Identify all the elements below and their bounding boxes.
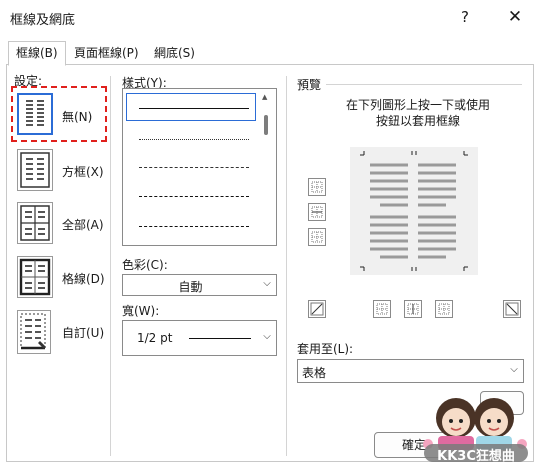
diagonal-up-icon (310, 302, 324, 316)
setting-grid-option[interactable] (17, 256, 53, 298)
tab-page-border[interactable]: 頁面框線(P) (66, 41, 147, 65)
diagonal-down-icon (505, 302, 519, 316)
watermark-text: KK3C狂想曲 (437, 449, 515, 464)
border-left-button[interactable] (373, 300, 391, 318)
color-select[interactable]: 自動 ⌵ (122, 274, 277, 296)
tab-shading[interactable]: 網底(S) (146, 41, 203, 65)
setting-grid-label: 格線(D) (62, 272, 105, 286)
width-value: 1/2 pt (137, 331, 173, 345)
setting-box-option[interactable] (17, 149, 53, 191)
help-button[interactable]: ? (450, 5, 480, 29)
tab-borders[interactable]: 框線(B) (8, 41, 66, 66)
setting-box-label: 方框(X) (62, 165, 104, 179)
preview-diagram (360, 151, 468, 271)
border-top-button[interactable] (308, 178, 326, 196)
watermark-logo: KK3C狂想曲 (416, 384, 534, 464)
border-inside-horizontal-button[interactable] (308, 203, 326, 221)
scroll-up-icon[interactable]: ▲ (262, 93, 267, 101)
separator-left (110, 76, 111, 456)
color-value: 自動 (178, 280, 203, 294)
scrollbar-thumb[interactable] (264, 115, 268, 135)
border-right-icon (438, 303, 450, 315)
apply-to-select[interactable]: 表格 ⌵ (297, 359, 524, 383)
preview-divider (326, 84, 522, 85)
style-dash-dot-line[interactable] (139, 226, 249, 227)
border-left-icon (376, 303, 388, 315)
preview-hint-1: 在下列圖形上按一下或使用 (345, 98, 490, 112)
separator-right (286, 76, 287, 456)
style-solid-line[interactable] (139, 108, 249, 109)
setting-grid-icon (19, 258, 51, 296)
setting-none-option[interactable] (17, 93, 53, 135)
style-selected-item[interactable] (126, 93, 256, 121)
border-inside-vertical-button[interactable] (404, 300, 422, 318)
border-diagonal-down-button[interactable] (308, 300, 326, 318)
setting-custom-label: 自訂(U) (62, 326, 105, 340)
chevron-down-icon: ⌵ (263, 331, 271, 342)
border-diagonal-up-button[interactable] (503, 300, 521, 318)
preview-area[interactable] (350, 147, 478, 275)
style-short-dash-line[interactable] (139, 167, 249, 168)
setting-none-label: 無(N) (62, 110, 93, 124)
setting-box-icon (20, 152, 50, 188)
width-label: 寬(W): (122, 304, 160, 318)
border-right-button[interactable] (435, 300, 453, 318)
border-bottom-icon (311, 231, 323, 243)
preview-hint-2: 按鈕以套用框線 (375, 114, 460, 128)
title-bar: 框線及網底 ? ✕ (0, 0, 540, 34)
setting-none-icon (26, 100, 44, 126)
style-list[interactable]: ▲ (122, 88, 277, 246)
width-select[interactable]: 1/2 pt ⌵ (122, 320, 277, 356)
border-inside-vertical-icon (407, 303, 419, 315)
apply-to-value: 表格 (302, 366, 327, 380)
chevron-down-icon: ⌵ (510, 364, 518, 375)
setting-all-icon (20, 205, 50, 241)
apply-to-label: 套用至(L): (297, 342, 354, 356)
border-bottom-button[interactable] (308, 228, 326, 246)
width-line-sample (189, 338, 251, 339)
border-inside-horizontal-icon (311, 206, 323, 218)
border-top-icon (311, 181, 323, 193)
setting-custom-option[interactable] (17, 310, 51, 354)
color-label: 色彩(C): (122, 258, 168, 272)
setting-all-option[interactable] (17, 202, 53, 244)
style-dotted-line[interactable] (139, 139, 249, 140)
style-dash-line[interactable] (139, 196, 249, 197)
setting-custom-icon (20, 313, 46, 350)
chevron-down-icon: ⌵ (263, 278, 271, 289)
close-button[interactable]: ✕ (500, 5, 530, 29)
dialog-title: 框線及網底 (10, 13, 76, 28)
setting-all-label: 全部(A) (62, 218, 104, 232)
preview-label: 預覽 (297, 78, 322, 92)
